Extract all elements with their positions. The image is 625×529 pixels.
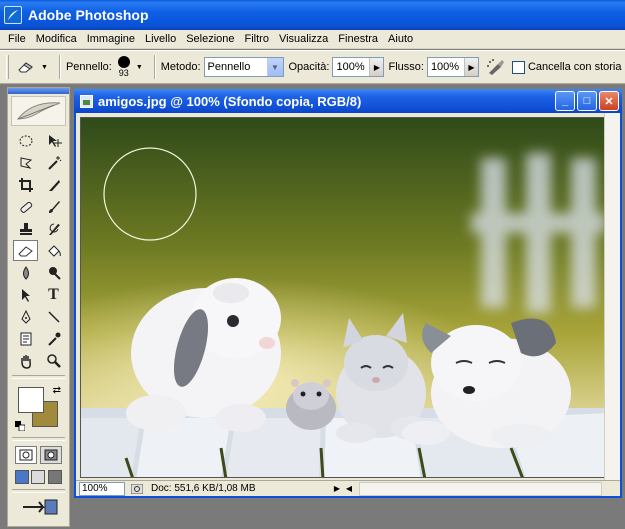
brush-preview[interactable]: 93: [117, 56, 130, 78]
toolbox: T ⇄: [7, 87, 70, 527]
tool-grid: T: [8, 128, 69, 373]
full-screen-menu-mode-icon[interactable]: [31, 470, 46, 484]
app-title-bar: Adobe Photoshop: [0, 0, 625, 30]
blur-icon[interactable]: [13, 262, 38, 283]
pen-icon[interactable]: [13, 306, 38, 327]
brush-size: 93: [118, 68, 129, 78]
path-selection-icon[interactable]: [13, 284, 38, 305]
brush-tip-icon: [117, 56, 130, 68]
paint-bucket-icon[interactable]: [41, 240, 66, 261]
magic-wand-icon[interactable]: [41, 152, 66, 173]
document-icon: [80, 94, 93, 108]
maximize-button[interactable]: □: [577, 91, 597, 111]
app-title: Adobe Photoshop: [28, 7, 149, 23]
window-buttons: _ □ ✕: [555, 91, 619, 111]
separator: [58, 55, 61, 79]
options-bar-grip[interactable]: [6, 55, 9, 79]
zoom-icon[interactable]: [41, 350, 66, 371]
flow-value: 100%: [430, 61, 460, 73]
options-bar: ▼ Pennello: 93 ▼ Metodo: Pennello ▼ Opac…: [0, 50, 625, 84]
default-colors-icon[interactable]: [15, 421, 25, 431]
standard-mode-icon[interactable]: [15, 446, 38, 464]
flow-slider-arrow-icon[interactable]: ▶: [463, 58, 478, 76]
menu-file[interactable]: File: [3, 33, 31, 45]
brush-icon[interactable]: [41, 196, 66, 217]
toolbox-header[interactable]: [8, 88, 69, 94]
status-menu-arrow-icon[interactable]: ▶: [331, 482, 343, 496]
vertical-scrollbar[interactable]: [604, 113, 620, 480]
mask-mode-row: [8, 443, 69, 467]
photoshop-logo-icon: [4, 6, 22, 24]
flow-label: Flusso:: [388, 61, 424, 73]
tool-preset-dropdown-icon[interactable]: ▼: [41, 64, 48, 71]
hand-icon[interactable]: [13, 350, 38, 371]
opacity-label: Opacità:: [288, 61, 330, 73]
history-brush-icon[interactable]: [41, 218, 66, 239]
horizontal-scrollbar[interactable]: [359, 481, 602, 496]
image-canvas[interactable]: [80, 117, 605, 478]
chevron-down-icon: ▼: [266, 58, 283, 76]
tool-preset-eraser-icon[interactable]: [13, 57, 39, 77]
opacity-slider-arrow-icon[interactable]: ▶: [369, 58, 384, 76]
menu-immagine[interactable]: Immagine: [82, 33, 140, 45]
airbrush-icon[interactable]: [483, 56, 509, 78]
screen-mode-row: [8, 467, 69, 487]
type-icon[interactable]: T: [41, 284, 66, 305]
menu-finestra[interactable]: Finestra: [333, 33, 383, 45]
crop-icon[interactable]: [13, 174, 38, 195]
toolbox-separator: [12, 437, 65, 441]
document-title: amigos.jpg @ 100% (Sfondo copia, RGB/8): [98, 93, 362, 109]
method-value: Pennello: [207, 61, 251, 73]
erase-history-label: Cancella con storia: [527, 61, 622, 73]
menu-bar: File Modifica Immagine Livello Selezione…: [0, 30, 625, 49]
menu-visualizza[interactable]: Visualizza: [274, 33, 333, 45]
color-swatches: ⇄: [14, 383, 63, 433]
document-info: Doc: 551,6 KB/1,08 MB: [151, 483, 256, 494]
document-title-bar[interactable]: amigos.jpg @ 100% (Sfondo copia, RGB/8) …: [74, 89, 622, 113]
status-info-icon[interactable]: [129, 482, 145, 496]
menu-aiuto[interactable]: Aiuto: [383, 33, 418, 45]
notes-icon[interactable]: [13, 328, 38, 349]
separator: [153, 55, 156, 79]
marquee-icon[interactable]: [13, 130, 38, 151]
toolbox-separator: [12, 489, 65, 493]
menu-modifica[interactable]: Modifica: [31, 33, 82, 45]
quick-mask-mode-icon[interactable]: [39, 446, 62, 464]
menu-filtro[interactable]: Filtro: [240, 33, 274, 45]
foreground-color-swatch[interactable]: [18, 387, 44, 413]
document-window: amigos.jpg @ 100% (Sfondo copia, RGB/8) …: [74, 89, 622, 498]
eyedropper-icon[interactable]: [41, 328, 66, 349]
opacity-field[interactable]: 100% ▶: [332, 57, 385, 77]
minimize-button[interactable]: _: [555, 91, 575, 111]
healing-brush-icon[interactable]: [13, 196, 38, 217]
line-icon[interactable]: [41, 306, 66, 327]
eraser-icon[interactable]: [13, 240, 38, 261]
menu-livello[interactable]: Livello: [140, 33, 181, 45]
jump-to-imageready-icon[interactable]: [8, 495, 69, 519]
canvas-photo: [81, 118, 604, 477]
scroll-left-arrow-icon[interactable]: ◀: [343, 482, 355, 496]
dodge-icon[interactable]: [41, 262, 66, 283]
adobe-feather-icon[interactable]: [11, 96, 66, 126]
lasso-icon[interactable]: [13, 152, 38, 173]
standard-screen-mode-icon[interactable]: [15, 470, 30, 484]
menu-selezione[interactable]: Selezione: [181, 33, 239, 45]
zoom-field[interactable]: 100%: [79, 481, 125, 496]
flow-field[interactable]: 100% ▶: [426, 57, 479, 77]
brush-dropdown-icon[interactable]: ▼: [136, 64, 143, 71]
toolbox-separator: [12, 375, 65, 379]
clone-stamp-icon[interactable]: [13, 218, 38, 239]
opacity-value: 100%: [336, 61, 365, 73]
full-screen-mode-icon[interactable]: [47, 470, 62, 484]
swap-colors-icon[interactable]: ⇄: [53, 385, 61, 396]
brush-label: Pennello:: [65, 61, 112, 73]
method-label: Metodo:: [160, 61, 201, 73]
method-select[interactable]: Pennello ▼: [203, 57, 284, 77]
status-bar: 100% Doc: 551,6 KB/1,08 MB ▶ ◀: [76, 480, 620, 496]
close-button[interactable]: ✕: [599, 91, 619, 111]
move-icon[interactable]: [41, 130, 66, 151]
erase-history-checkbox[interactable]: [511, 60, 525, 74]
slice-icon[interactable]: [41, 174, 66, 195]
